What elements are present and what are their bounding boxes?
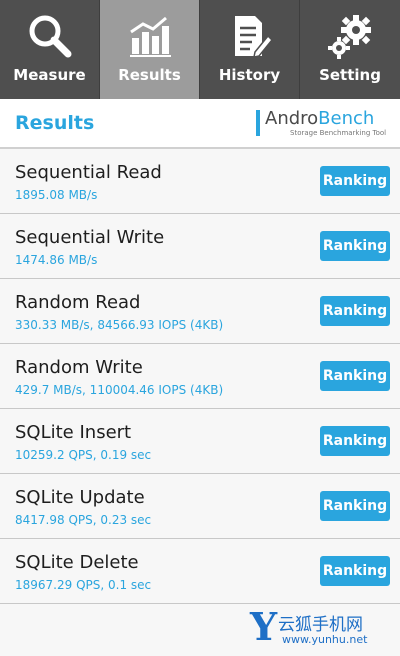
- ranking-button[interactable]: Ranking: [320, 426, 390, 456]
- watermark-url: www.yunhu.net: [282, 633, 368, 646]
- result-name: Random Read: [15, 292, 141, 313]
- tab-label: Measure: [13, 66, 86, 84]
- logo-bar: [256, 110, 260, 136]
- ranking-button[interactable]: Ranking: [320, 361, 390, 391]
- tab-results[interactable]: Results: [100, 0, 200, 99]
- result-row-random-write: Random Write 429.7 MB/s, 110004.46 IOPS …: [0, 344, 400, 409]
- result-row-sqlite-delete: SQLite Delete 18967.29 QPS, 0.1 sec Rank…: [0, 539, 400, 604]
- logo-name-a: Andro: [265, 108, 319, 129]
- tab-setting[interactable]: Setting: [300, 0, 400, 99]
- document-pen-icon: [234, 16, 273, 58]
- tab-label: History: [218, 66, 281, 84]
- tab-label: Setting: [319, 66, 381, 84]
- tab-bar: Measure Results History Setting: [0, 0, 400, 99]
- androbench-logo: AndroBench Storage Benchmarking Tool: [256, 108, 386, 140]
- tab-label: Results: [118, 66, 181, 84]
- result-value: 1474.86 MB/s: [15, 253, 98, 267]
- logo-name-b: Bench: [318, 108, 375, 129]
- watermark: Y 云狐手机网 www.yunhu.net: [250, 604, 400, 650]
- ranking-button[interactable]: Ranking: [320, 166, 390, 196]
- result-value: 18967.29 QPS, 0.1 sec: [15, 578, 152, 592]
- result-name: SQLite Delete: [15, 552, 139, 573]
- tab-history[interactable]: History: [200, 0, 300, 99]
- ranking-button[interactable]: Ranking: [320, 556, 390, 586]
- result-value: 8417.98 QPS, 0.23 sec: [15, 513, 152, 527]
- result-value: 429.7 MB/s, 110004.46 IOPS (4KB): [15, 383, 224, 397]
- ranking-button[interactable]: Ranking: [320, 231, 390, 261]
- gears-icon: [328, 15, 371, 59]
- logo-subtitle: Storage Benchmarking Tool: [290, 129, 387, 137]
- result-value: 1895.08 MB/s: [15, 188, 98, 202]
- result-row-sqlite-update: SQLite Update 8417.98 QPS, 0.23 sec Rank…: [0, 474, 400, 539]
- result-name: Sequential Write: [15, 227, 165, 248]
- watermark-cn: 云狐手机网: [278, 615, 363, 635]
- result-name: SQLite Insert: [15, 422, 132, 443]
- page-title: Results: [15, 112, 95, 134]
- result-value: 10259.2 QPS, 0.19 sec: [15, 448, 152, 462]
- ranking-button[interactable]: Ranking: [320, 296, 390, 326]
- results-list: Sequential Read 1895.08 MB/s Ranking Seq…: [0, 149, 400, 604]
- result-row-sequential-read: Sequential Read 1895.08 MB/s Ranking: [0, 149, 400, 214]
- watermark-letter: Y: [250, 604, 278, 649]
- result-row-sqlite-insert: SQLite Insert 10259.2 QPS, 0.19 sec Rank…: [0, 409, 400, 474]
- result-row-random-read: Random Read 330.33 MB/s, 84566.93 IOPS (…: [0, 279, 400, 344]
- ranking-button[interactable]: Ranking: [320, 491, 390, 521]
- bar-chart-icon: [129, 16, 171, 57]
- result-name: SQLite Update: [15, 487, 145, 508]
- result-name: Sequential Read: [15, 162, 162, 183]
- magnifier-icon: [29, 15, 71, 58]
- logo-name: AndroBench: [265, 108, 374, 129]
- result-value: 330.33 MB/s, 84566.93 IOPS (4KB): [15, 318, 224, 332]
- result-name: Random Write: [15, 357, 143, 378]
- tab-measure[interactable]: Measure: [0, 0, 100, 99]
- result-row-sequential-write: Sequential Write 1474.86 MB/s Ranking: [0, 214, 400, 279]
